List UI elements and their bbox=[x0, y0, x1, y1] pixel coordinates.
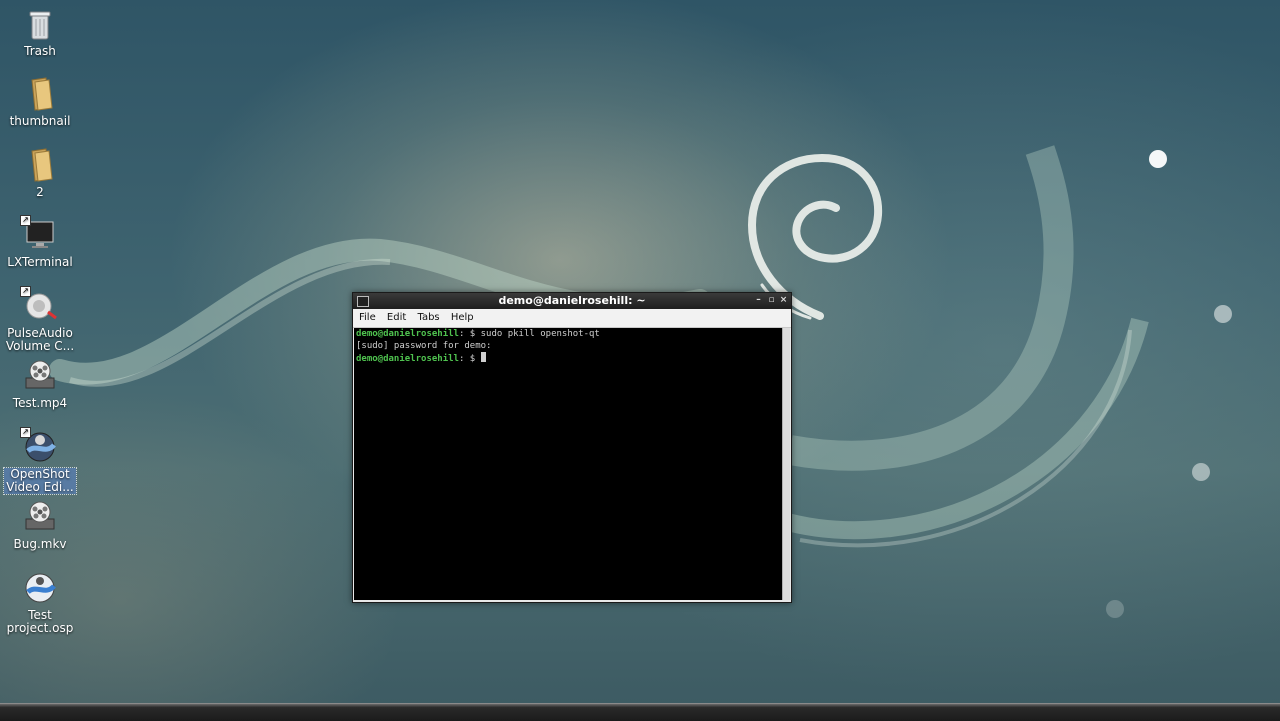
terminal-text: [sudo] password for demo: bbox=[356, 340, 492, 351]
maximize-button[interactable]: ▫ bbox=[766, 295, 777, 306]
desktop-icon-label: thumbnail bbox=[9, 114, 71, 128]
desktop[interactable]: Trash thumbnail 2 ↗ LXTerminal ↗ PulseAu… bbox=[0, 0, 1280, 721]
terminal-line: demo@danielrosehill: $ sudo pkill opensh… bbox=[356, 329, 782, 341]
desktop-icon-label: Test.mp4 bbox=[12, 396, 68, 410]
terminal-scrollbar[interactable] bbox=[782, 328, 790, 600]
wallpaper-orb bbox=[1149, 150, 1167, 168]
desktop-icon-label: Bug.mkv bbox=[13, 537, 67, 551]
shortcut-arrow-icon: ↗ bbox=[20, 215, 31, 226]
wallpaper-orb bbox=[1214, 305, 1232, 323]
taskbar[interactable] bbox=[0, 703, 1280, 721]
desktop-icon-lxterminal[interactable]: ↗ LXTerminal bbox=[4, 215, 76, 269]
menu-edit[interactable]: Edit bbox=[383, 309, 410, 327]
video-reel-icon bbox=[22, 358, 58, 394]
window-titlebar[interactable]: demo@danielrosehill: ~ – ▫ × bbox=[353, 293, 791, 309]
terminal-line: [sudo] password for demo: bbox=[356, 341, 782, 353]
video-reel-icon bbox=[22, 499, 58, 535]
openshot-icon: ↗ bbox=[20, 427, 58, 465]
menu-bar: File Edit Tabs Help bbox=[353, 309, 791, 328]
desktop-icon-label: LXTerminal bbox=[7, 255, 73, 269]
desktop-icon-bug-mkv[interactable]: Bug.mkv bbox=[4, 499, 76, 551]
desktop-icon-label: PulseAudio Volume C... bbox=[5, 326, 75, 353]
desktop-icon-pulseaudio[interactable]: ↗ PulseAudio Volume C... bbox=[4, 286, 76, 353]
trash-icon bbox=[22, 6, 58, 42]
terminal-text: : $ bbox=[458, 354, 481, 364]
desktop-icon-trash[interactable]: Trash bbox=[4, 6, 76, 58]
terminal-window[interactable]: demo@danielrosehill: ~ – ▫ × File Edit T… bbox=[352, 292, 792, 603]
wallpaper-orb bbox=[1106, 600, 1124, 618]
shortcut-arrow-icon: ↗ bbox=[20, 286, 31, 297]
desktop-icon-folder-2[interactable]: 2 bbox=[4, 147, 76, 199]
desktop-icon-label: 2 bbox=[36, 185, 44, 199]
window-title: demo@danielrosehill: ~ bbox=[498, 294, 646, 307]
folder-icon bbox=[22, 76, 58, 112]
desktop-icon-label: Trash bbox=[24, 44, 56, 58]
desktop-icon-thumbnail-folder[interactable]: thumbnail bbox=[4, 76, 76, 128]
desktop-icon-label: OpenShot Video Edi... bbox=[3, 467, 77, 495]
close-button[interactable]: × bbox=[778, 295, 789, 306]
text-cursor bbox=[480, 352, 486, 362]
openshot-project-icon bbox=[22, 570, 58, 606]
desktop-icon-label: Test project.osp bbox=[6, 608, 74, 635]
terminal-output[interactable]: demo@danielrosehill: $ sudo pkill opensh… bbox=[354, 328, 782, 600]
shortcut-arrow-icon: ↗ bbox=[20, 427, 31, 438]
terminal-icon: ↗ bbox=[20, 215, 58, 253]
desktop-icon-test-project[interactable]: Test project.osp bbox=[4, 570, 76, 635]
wallpaper-orb bbox=[1192, 463, 1210, 481]
menu-tabs[interactable]: Tabs bbox=[413, 309, 443, 327]
desktop-icon-openshot[interactable]: ↗ OpenShot Video Edi... bbox=[3, 427, 77, 495]
window-menu-icon[interactable] bbox=[357, 296, 369, 307]
prompt-user: demo@danielrosehill bbox=[356, 329, 459, 339]
desktop-icon-test-mp4[interactable]: Test.mp4 bbox=[4, 358, 76, 410]
menu-help[interactable]: Help bbox=[447, 309, 478, 327]
terminal-line: demo@danielrosehill: $ bbox=[356, 352, 782, 366]
prompt-user: demo@danielrosehill bbox=[356, 354, 459, 364]
minimize-button[interactable]: – bbox=[753, 295, 764, 306]
folder-icon bbox=[22, 147, 58, 183]
audio-icon: ↗ bbox=[20, 286, 58, 324]
menu-file[interactable]: File bbox=[355, 309, 380, 327]
terminal-text: : $ sudo pkill openshot-qt bbox=[458, 329, 600, 339]
